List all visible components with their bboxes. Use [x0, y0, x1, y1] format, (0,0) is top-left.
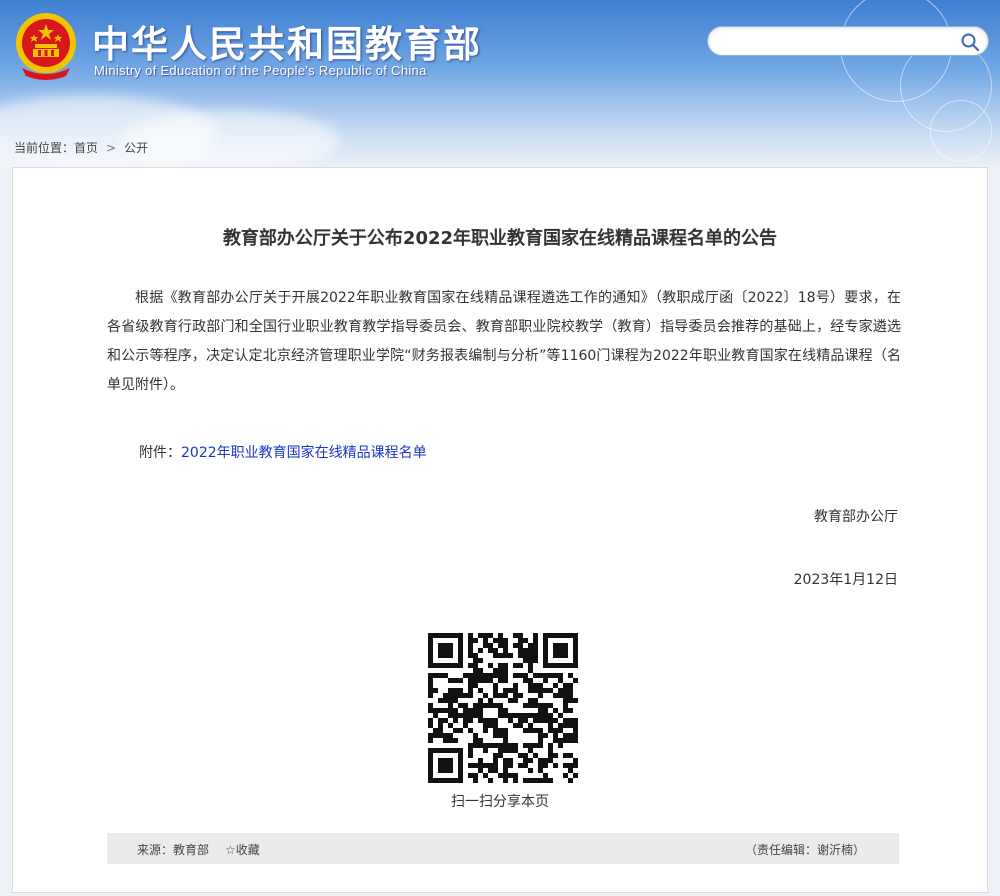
cloud-decoration	[120, 110, 340, 168]
article-panel: 教育部办公厅关于公布2022年职业教育国家在线精品课程名单的公告 根据《教育部办…	[12, 167, 988, 893]
site-subtitle: Ministry of Education of the People's Re…	[94, 63, 427, 78]
signature: 教育部办公厅	[814, 509, 898, 525]
attachment-line: 附件：2022年职业教育国家在线精品课程名单	[139, 442, 427, 462]
search-input[interactable]	[722, 32, 956, 52]
article-footer-bar: 来源：教育部 ☆收藏 （责任编辑：谢沂楠）	[107, 833, 899, 864]
search-icon[interactable]	[960, 32, 980, 52]
breadcrumb-public-link[interactable]: 公开	[124, 141, 148, 155]
breadcrumb-home-link[interactable]: 首页	[74, 141, 98, 155]
attachment-label: 附件：	[139, 445, 181, 461]
breadcrumb: 当前位置：首页 > 公开	[14, 139, 148, 156]
publish-date: 2023年1月12日	[793, 572, 898, 588]
article-title: 教育部办公厅关于公布2022年职业教育国家在线精品课程名单的公告	[222, 228, 778, 249]
dandelion-decoration	[930, 100, 992, 162]
breadcrumb-separator: >	[106, 141, 117, 155]
attachment-link[interactable]: 2022年职业教育国家在线精品课程名单	[181, 445, 427, 461]
site-header: 中华人民共和国教育部 Ministry of Education of the …	[0, 0, 1000, 168]
breadcrumb-prefix: 当前位置：	[14, 141, 75, 155]
qr-caption: 扫一扫分享本页	[451, 794, 549, 810]
article-body: 根据《教育部办公厅关于开展2022年职业教育国家在线精品课程遴选工作的通知》（教…	[107, 290, 901, 393]
national-emblem-icon	[16, 13, 76, 80]
editor-label: （责任编辑：谢沂楠）	[744, 843, 865, 857]
favorite-button[interactable]: ☆收藏	[225, 841, 260, 858]
site-title: 中华人民共和国教育部	[92, 23, 482, 66]
qr-code	[428, 633, 578, 783]
source-label: 来源：教育部	[137, 843, 210, 857]
search-box	[707, 26, 989, 56]
